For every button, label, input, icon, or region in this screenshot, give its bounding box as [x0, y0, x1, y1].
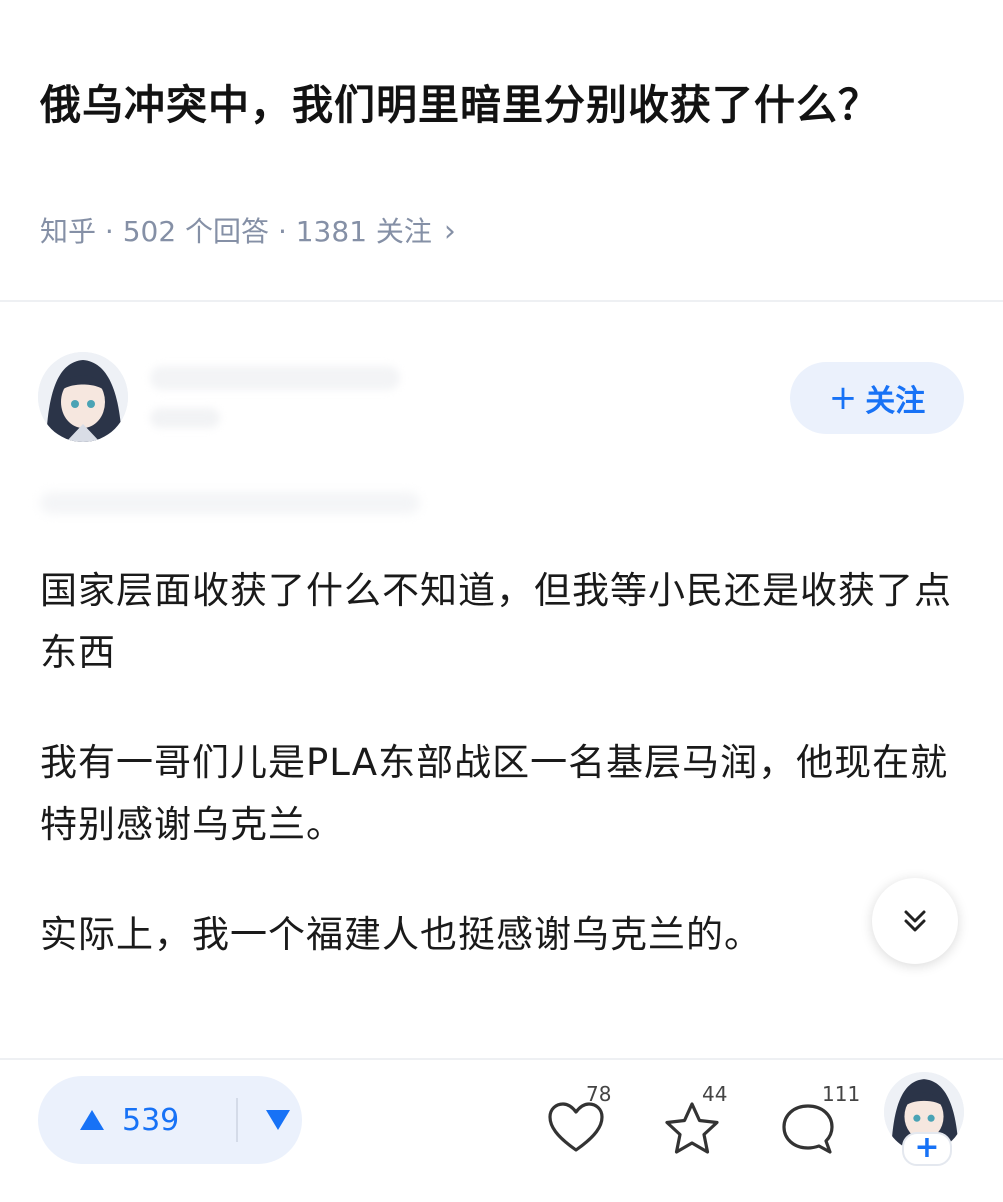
vote-divider	[236, 1098, 238, 1142]
answer-paragraph: 实际上，我一个福建人也挺感谢乌克兰的。	[40, 913, 762, 956]
comment-button[interactable]: 111	[772, 1082, 860, 1162]
question-header: 俄乌冲突中，我们明里暗里分别收获了什么？ 知乎 · 502 个回答 · 1381…	[0, 0, 1003, 302]
question-meta-text: 知乎 · 502 个回答 · 1381 关注	[40, 215, 432, 248]
star-icon	[665, 1102, 719, 1154]
triangle-down-icon	[266, 1110, 290, 1130]
plus-icon[interactable]: +	[902, 1132, 952, 1166]
bottom-action-bar: 539 78 44 111 +	[0, 1058, 1003, 1202]
comment-icon	[782, 1104, 834, 1154]
vote-group: 539	[38, 1076, 302, 1164]
answer-content: 国家层面收获了什么不知道，但我等小民还是收获了点东西 我有一哥们儿是PLA东部战…	[40, 560, 965, 1014]
question-meta[interactable]: 知乎 · 502 个回答 · 1381 关注 ›	[40, 212, 456, 252]
author-bio-blurred	[150, 408, 220, 428]
like-button[interactable]: 78	[540, 1082, 620, 1162]
triangle-up-icon	[80, 1110, 104, 1130]
author-name-blurred	[150, 366, 400, 390]
heart-icon	[548, 1102, 604, 1152]
divider	[0, 300, 1003, 302]
downvote-button[interactable]	[264, 1108, 292, 1132]
follow-label: 关注	[865, 384, 926, 419]
upvote-count: 539	[122, 1102, 180, 1138]
favorite-button[interactable]: 44	[656, 1082, 736, 1162]
author-row: + 关注	[38, 352, 968, 442]
plus-icon: +	[828, 378, 858, 418]
answer-paragraph: 国家层面收获了什么不知道，但我等小民还是收获了点东西	[40, 569, 952, 674]
blurred-info-line	[40, 492, 420, 514]
follow-button[interactable]: + 关注	[790, 362, 964, 434]
upvote-button[interactable]: 539	[38, 1103, 216, 1138]
question-title[interactable]: 俄乌冲突中，我们明里暗里分别收获了什么？	[40, 74, 920, 136]
double-chevron-down-icon	[904, 910, 926, 932]
avatar[interactable]	[38, 352, 128, 442]
answer-paragraph: 我有一哥们儿是PLA东部战区一名基层马润，他现在就特别感谢乌克兰。	[40, 741, 949, 846]
scroll-down-button[interactable]	[872, 878, 958, 964]
chevron-right-icon: ›	[443, 214, 456, 249]
